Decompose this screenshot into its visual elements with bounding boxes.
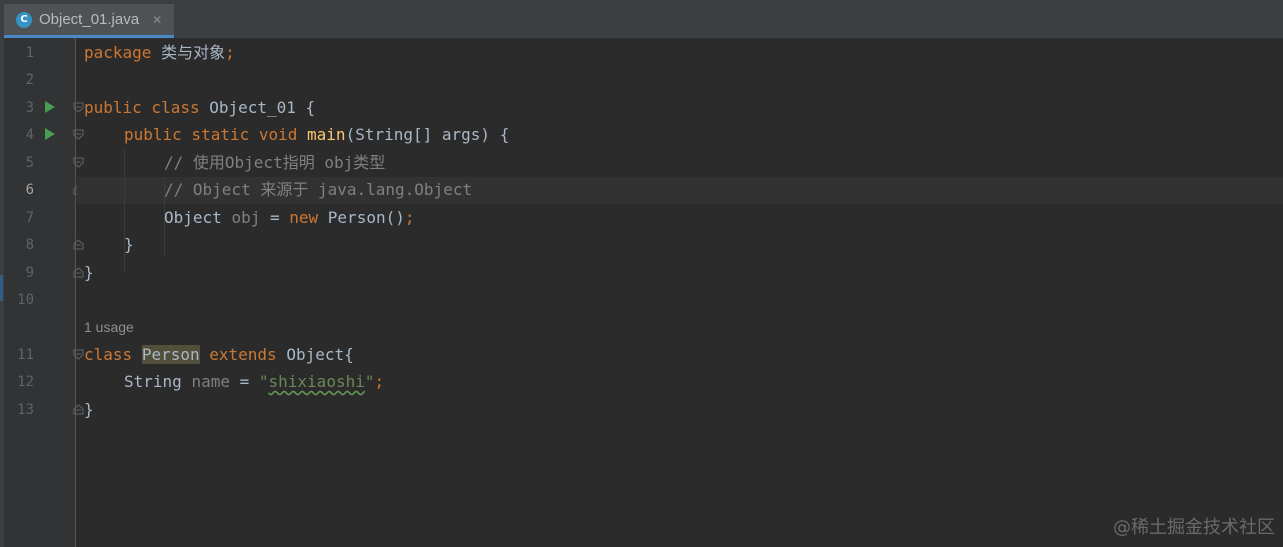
code-line-3: public class Object_01 { (84, 98, 315, 118)
semicolon: ; (404, 208, 415, 227)
comment: // Object 来源于 java.lang.Object (164, 180, 473, 199)
line-number: 10 (17, 292, 34, 308)
operator: = (260, 208, 290, 227)
type-name: Object (164, 208, 222, 227)
line-number: 5 (25, 155, 34, 171)
method-name: main (307, 125, 346, 144)
operator: = (229, 372, 259, 391)
brace: } (124, 235, 134, 254)
class-name-highlighted[interactable]: Person (141, 345, 200, 364)
comment: // 使用Object指明 obj类型 (164, 153, 386, 172)
constructor-call: Person() (318, 208, 405, 227)
keyword: public class (84, 98, 200, 117)
type-name: String (124, 372, 182, 391)
brace: } (84, 400, 94, 419)
keyword: public static void (124, 125, 298, 144)
semicolon: ; (225, 43, 235, 62)
code-line-4: public static void main(String[] args) { (124, 125, 509, 145)
run-class-icon[interactable] (45, 101, 55, 113)
string-literal: shixiaoshi (268, 372, 365, 391)
line-number: 8 (25, 237, 34, 253)
file-tab[interactable]: C Object_01.java ✕ (4, 4, 174, 38)
code-line-12: String name = "shixiaoshi"; (124, 372, 384, 392)
line-number: 7 (25, 210, 34, 226)
code-line-11: class Person extends Object{ (84, 345, 354, 365)
usage-hint[interactable]: 1 usage (84, 319, 134, 335)
run-main-icon[interactable] (45, 128, 55, 140)
tab-filename: Object_01.java (39, 11, 140, 28)
line-number: 3 (25, 100, 34, 116)
editor-tab-bar: C Object_01.java ✕ (0, 0, 1283, 39)
superclass: Object{ (276, 345, 354, 364)
code-line-13: } (84, 400, 94, 420)
structure-marker (0, 275, 3, 301)
java-class-icon: C (16, 11, 32, 28)
keyword: new (289, 208, 319, 227)
line-number: 13 (17, 402, 34, 418)
semicolon: ; (374, 372, 385, 391)
keyword: package (84, 43, 152, 62)
code-line-9: } (84, 263, 94, 283)
brace: } (84, 263, 94, 282)
string-quote: " (258, 372, 269, 391)
code-line-1: package 类与对象; (84, 43, 235, 63)
line-gutter: 1 2 3 4 5 6 7 8 9 10 11 12 13 (4, 38, 84, 547)
code-line-6: // Object 来源于 java.lang.Object (164, 180, 472, 200)
code-line-8: } (124, 235, 134, 255)
line-number: 11 (17, 347, 34, 363)
variable-name: obj (231, 208, 261, 227)
class-declaration: Object_01 { (199, 98, 316, 117)
line-number: 9 (25, 265, 34, 281)
line-number: 12 (17, 374, 34, 390)
keyword: class (84, 345, 133, 364)
line-number: 1 (25, 45, 34, 61)
watermark: @稀土掘金技术社区 (1113, 517, 1275, 538)
field-name: name (191, 372, 230, 391)
method-params: (String[] args) { (345, 125, 510, 144)
package-name: 类与对象 (151, 43, 226, 62)
line-number-current: 6 (25, 182, 34, 198)
line-number: 4 (25, 127, 34, 143)
code-line-7: Object obj = new Person(); (164, 208, 415, 228)
keyword: extends (209, 345, 277, 364)
code-line-5: // 使用Object指明 obj类型 (164, 153, 385, 173)
close-icon[interactable]: ✕ (152, 13, 162, 27)
line-number: 2 (25, 72, 34, 88)
code-editor[interactable]: package 类与对象; public class Object_01 { p… (77, 38, 1283, 547)
